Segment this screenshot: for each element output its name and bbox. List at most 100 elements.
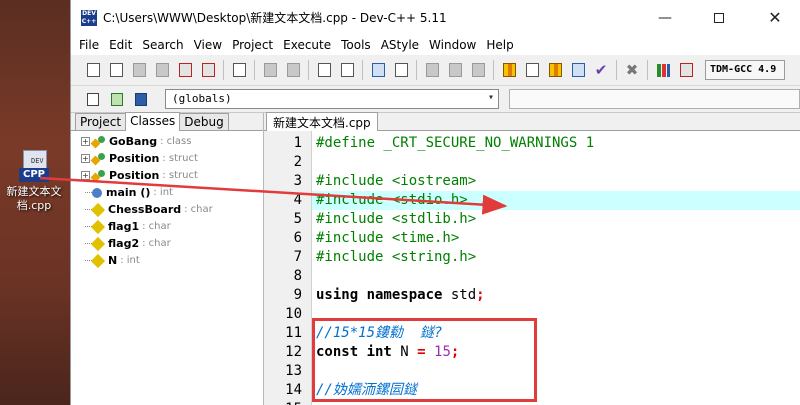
rebuild-all-button[interactable] bbox=[568, 60, 588, 80]
tree-item-struct[interactable]: + Position : struct bbox=[71, 150, 263, 167]
expand-icon[interactable]: + bbox=[81, 154, 90, 163]
find-button[interactable] bbox=[314, 60, 334, 80]
tree-item-class[interactable]: + GoBang : class bbox=[71, 133, 263, 150]
tree-item-type: : char bbox=[142, 238, 171, 249]
project-options-button[interactable] bbox=[468, 60, 488, 80]
tab-debug[interactable]: Debug bbox=[179, 113, 229, 130]
code-line[interactable]: #include <time.h> bbox=[312, 229, 800, 248]
line-number: 2 bbox=[293, 154, 302, 170]
code-token: #include <string.h> bbox=[316, 249, 477, 265]
variable-icon bbox=[90, 219, 106, 234]
code-line[interactable]: //妫嬬洏鏍囩鐩 bbox=[312, 381, 800, 400]
devcpp-window: DEV C++ C:\Users\WWW\Desktop\新建文本文档.cpp -… bbox=[70, 0, 800, 405]
member-dropdown[interactable] bbox=[509, 89, 800, 109]
stop-execution-button[interactable]: ✖ bbox=[622, 60, 642, 80]
tree-item-name: Position bbox=[109, 169, 160, 182]
save-icon bbox=[132, 63, 146, 77]
profile-button[interactable] bbox=[653, 60, 673, 80]
menu-help[interactable]: Help bbox=[484, 38, 521, 52]
syntax-check-button[interactable]: ✔ bbox=[591, 60, 611, 80]
tree-item-variable[interactable]: flag1 : char bbox=[71, 218, 263, 235]
compile-button[interactable] bbox=[499, 60, 519, 80]
tab-source-file[interactable]: 新建文本文档.cpp bbox=[266, 112, 378, 131]
replace-icon bbox=[340, 63, 354, 77]
code-line[interactable]: const int N = 15; bbox=[312, 343, 800, 362]
expand-icon[interactable]: + bbox=[81, 171, 90, 180]
tree-item-name: ChessBoard bbox=[108, 203, 182, 216]
menu-search[interactable]: Search bbox=[140, 38, 191, 52]
save-all-button[interactable] bbox=[152, 60, 172, 80]
tab-classes[interactable]: Classes bbox=[125, 112, 181, 131]
insert-button[interactable] bbox=[83, 89, 103, 109]
maximize-button[interactable] bbox=[696, 0, 742, 35]
project-options-icon bbox=[471, 63, 485, 77]
code-line[interactable] bbox=[312, 267, 800, 286]
code-line[interactable] bbox=[312, 400, 800, 405]
menu-view[interactable]: View bbox=[192, 38, 230, 52]
code-line[interactable]: #include <stdio.h> bbox=[312, 191, 800, 210]
expand-icon[interactable]: + bbox=[81, 137, 90, 146]
menu-file[interactable]: File bbox=[77, 38, 107, 52]
tab-project[interactable]: Project bbox=[75, 113, 127, 130]
menu-project[interactable]: Project bbox=[230, 38, 281, 52]
open-file-button[interactable] bbox=[106, 60, 126, 80]
tree-item-function[interactable]: main () : int bbox=[71, 184, 263, 201]
new-file-button[interactable] bbox=[83, 60, 103, 80]
code-line[interactable]: using namespace std; bbox=[312, 286, 800, 305]
goto-bookmark-button[interactable] bbox=[131, 89, 151, 109]
tree-item-variable[interactable]: N : int bbox=[71, 252, 263, 269]
line-number: 11 bbox=[285, 325, 302, 341]
menu-window[interactable]: Window bbox=[427, 38, 484, 52]
close-file-button[interactable] bbox=[175, 60, 195, 80]
replace-button[interactable] bbox=[337, 60, 357, 80]
code-line[interactable] bbox=[312, 362, 800, 381]
code-line[interactable]: #include <string.h> bbox=[312, 248, 800, 267]
tree-connector bbox=[71, 235, 92, 252]
code-token: 15 bbox=[434, 344, 451, 360]
run-button[interactable] bbox=[522, 60, 542, 80]
minimize-button[interactable]: — bbox=[642, 0, 688, 35]
menu-edit[interactable]: Edit bbox=[107, 38, 140, 52]
redo-button[interactable] bbox=[283, 60, 303, 80]
class-browser-toolbar: (globals) ▾ bbox=[71, 86, 800, 113]
code-line[interactable]: //15*15鏤勬 鐩? bbox=[312, 324, 800, 343]
code-lines[interactable]: #define _CRT_SECURE_NO_WARNINGS 1 #includ… bbox=[312, 131, 800, 405]
close-all-button[interactable] bbox=[198, 60, 218, 80]
code-editor[interactable]: 123456789101112131415 #define _CRT_SECUR… bbox=[264, 131, 800, 405]
compile-run-button[interactable] bbox=[545, 60, 565, 80]
variable-icon bbox=[90, 202, 106, 217]
goto-bookmark-icon bbox=[135, 92, 147, 106]
code-line[interactable]: #define _CRT_SECURE_NO_WARNINGS 1 bbox=[312, 134, 800, 153]
delete-profile-button[interactable] bbox=[676, 60, 696, 80]
undo-button[interactable] bbox=[260, 60, 280, 80]
add-to-project-button[interactable] bbox=[422, 60, 442, 80]
toggle-bookmark-button[interactable] bbox=[107, 89, 127, 109]
desktop-cpp-file-icon[interactable]: DEV CPP 新建文本文档.cpp bbox=[0, 150, 68, 213]
tree-item-struct[interactable]: + Position : struct bbox=[71, 167, 263, 184]
close-button[interactable]: ✕ bbox=[752, 0, 798, 35]
menu-tools[interactable]: Tools bbox=[339, 38, 379, 52]
tree-item-variable[interactable]: ChessBoard : char bbox=[71, 201, 263, 218]
remove-from-project-button[interactable] bbox=[445, 60, 465, 80]
toolbar-divider bbox=[362, 60, 363, 80]
code-token: //妫嬬洏鏍囩鐩 bbox=[316, 382, 417, 398]
tree-item-variable[interactable]: flag2 : char bbox=[71, 235, 263, 252]
code-line[interactable] bbox=[312, 153, 800, 172]
undo-icon bbox=[263, 63, 277, 77]
menu-astyle[interactable]: AStyle bbox=[379, 38, 427, 52]
tree-item-type: : char bbox=[184, 204, 213, 215]
save-button[interactable] bbox=[129, 60, 149, 80]
editor-pane: 新建文本文档.cpp 123456789101112131415 #define… bbox=[264, 112, 800, 405]
code-line[interactable] bbox=[312, 305, 800, 324]
compiler-select[interactable]: TDM-GCC 4.9 bbox=[705, 60, 785, 80]
scope-dropdown[interactable]: (globals) ▾ bbox=[165, 89, 499, 109]
line-number: 9 bbox=[293, 287, 302, 303]
menu-execute[interactable]: Execute bbox=[281, 38, 339, 52]
project-button[interactable] bbox=[368, 60, 388, 80]
code-line[interactable]: #include <iostream> bbox=[312, 172, 800, 191]
goto-line-button[interactable] bbox=[391, 60, 411, 80]
print-button[interactable] bbox=[229, 60, 249, 80]
line-number: 15 bbox=[264, 400, 311, 405]
code-line[interactable]: #include <stdlib.h> bbox=[312, 210, 800, 229]
chevron-down-icon: ▾ bbox=[487, 92, 494, 103]
